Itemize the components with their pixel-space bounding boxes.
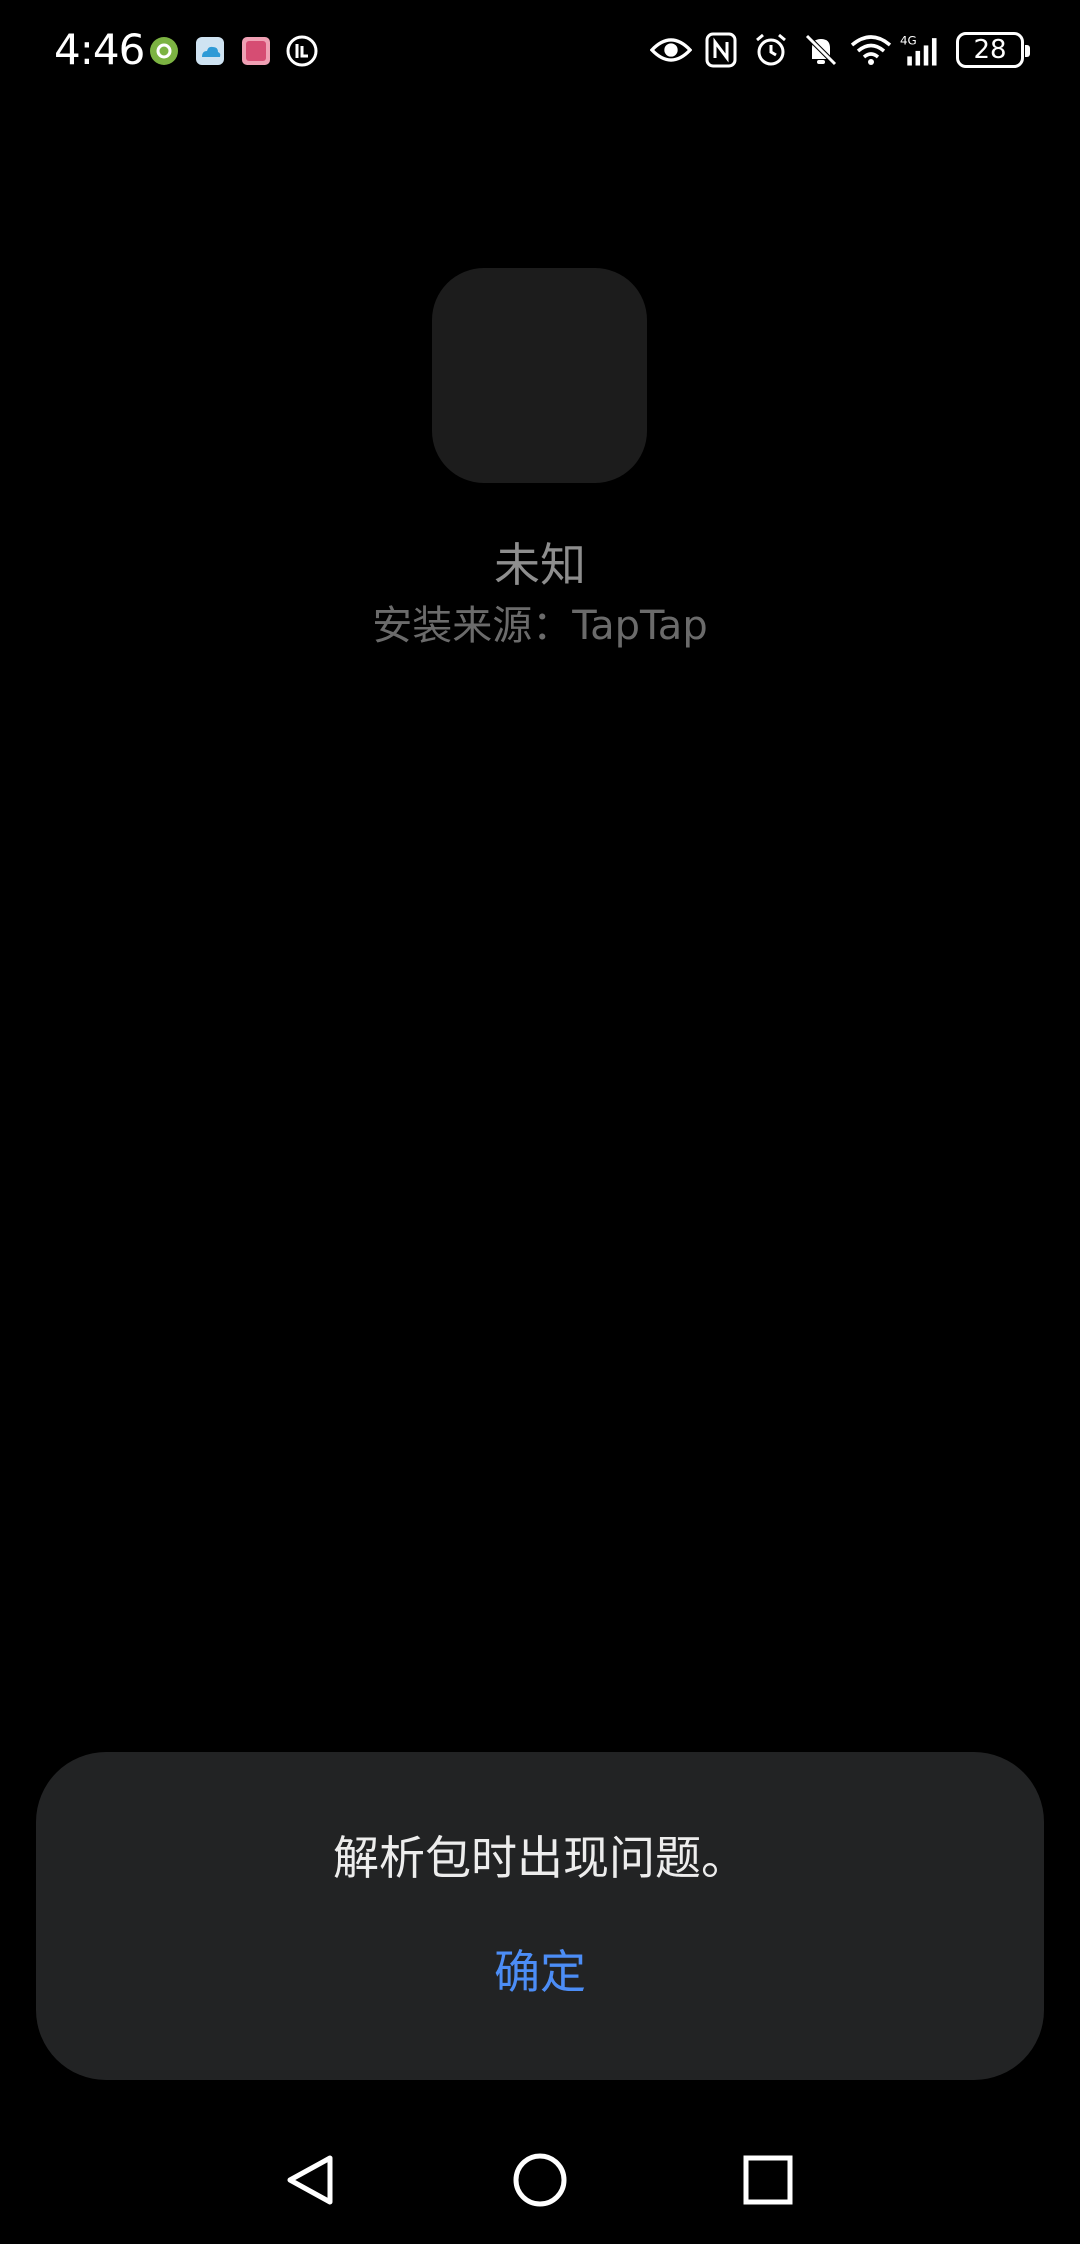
- battery-indicator: 28: [956, 32, 1030, 68]
- alarm-icon: [750, 29, 792, 71]
- confirm-button[interactable]: 确定: [440, 1932, 640, 2012]
- back-icon: [287, 2155, 333, 2205]
- settings-badge-icon: [146, 33, 182, 69]
- photo-app-icon: [238, 33, 274, 69]
- system-icons: 4G 28: [650, 28, 1030, 72]
- cloud-icon: [192, 33, 228, 69]
- recents-icon: [743, 2155, 793, 2205]
- home-icon: [513, 2153, 567, 2207]
- recents-button[interactable]: [718, 2130, 818, 2230]
- back-button[interactable]: [260, 2130, 360, 2230]
- install-source: 安装来源：TapTap: [372, 603, 708, 649]
- battery-level: 28: [973, 35, 1007, 65]
- dialog-message: 解析包时出现问题。: [333, 1831, 747, 1885]
- app-icon-placeholder: [432, 268, 647, 483]
- nfc-icon: [700, 29, 742, 71]
- eye-icon: [650, 29, 692, 71]
- notification-icons: [146, 32, 320, 70]
- home-button[interactable]: [490, 2130, 590, 2230]
- network-label: 4G: [900, 34, 917, 48]
- clock-badge-icon: [284, 33, 320, 69]
- status-time: 4:46: [54, 25, 145, 74]
- status-bar: 4:46 4G 28: [0, 0, 1080, 100]
- navigation-bar: [0, 2130, 1080, 2244]
- signal-4g-icon: 4G: [900, 29, 942, 71]
- parse-error-dialog: 解析包时出现问题。 确定: [36, 1752, 1044, 2080]
- bell-off-icon: [800, 29, 842, 71]
- app-name: 未知: [494, 538, 586, 592]
- wifi-icon: [850, 29, 892, 71]
